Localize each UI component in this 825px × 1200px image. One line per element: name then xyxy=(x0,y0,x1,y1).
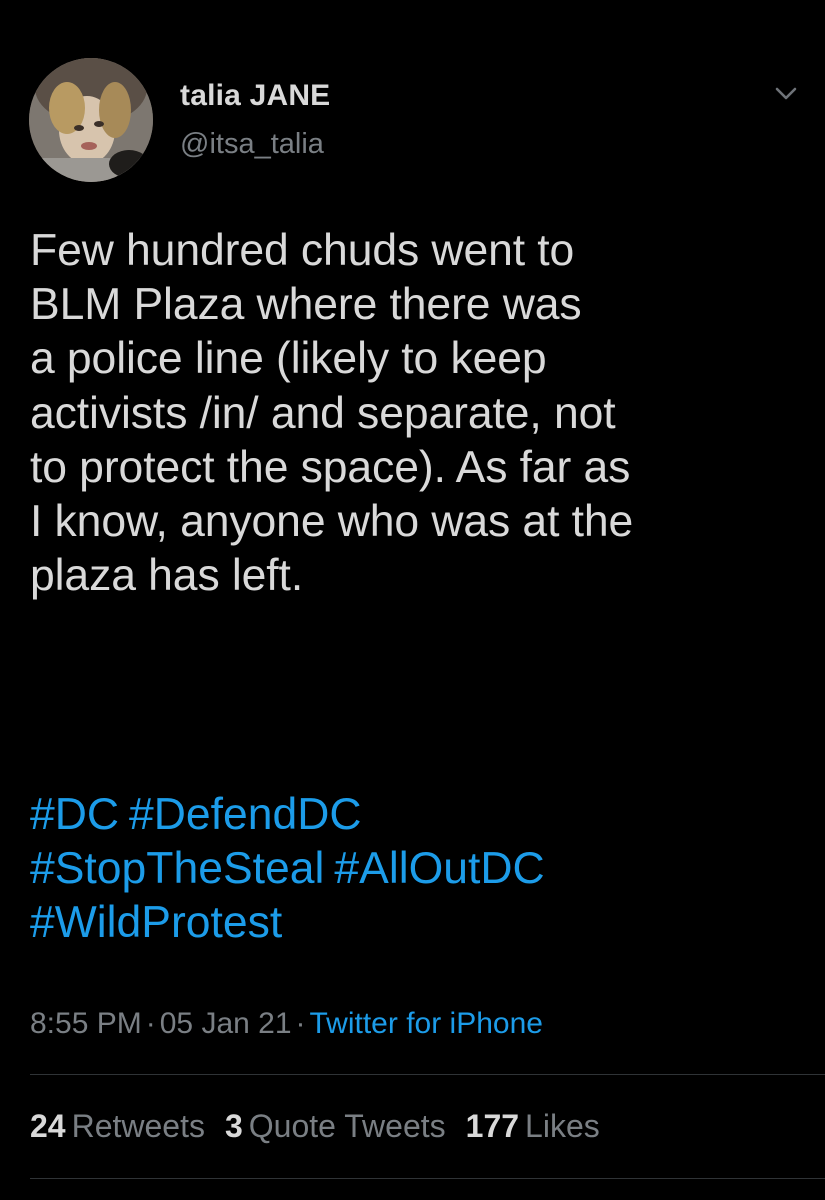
hashtag-link[interactable]: #StopTheSteal xyxy=(30,844,324,893)
retweets-label: Retweets xyxy=(71,1108,205,1144)
tweet-meta: 8:55 PM · 05 Jan 21 · Twitter for iPhone xyxy=(30,1004,543,1044)
likes-stat[interactable]: 177 Likes xyxy=(466,1108,600,1144)
quote-tweets-label: Quote Tweets xyxy=(248,1108,446,1144)
likes-label: Likes xyxy=(525,1108,600,1144)
author-display-name[interactable]: talia JANE xyxy=(180,78,330,114)
quote-tweets-stat[interactable]: 3 Quote Tweets xyxy=(225,1108,446,1144)
retweets-count: 24 xyxy=(30,1108,66,1144)
author-block[interactable]: talia JANE @itsa_talia xyxy=(180,78,330,161)
hashtag-line: #StopTheSteal #AllOutDC xyxy=(30,842,810,896)
tweet-date[interactable]: 05 Jan 21 xyxy=(160,1007,292,1040)
meta-separator: · xyxy=(145,1007,156,1040)
hashtag-link[interactable]: #AllOutDC xyxy=(334,844,544,893)
chevron-down-icon[interactable] xyxy=(769,80,803,108)
divider xyxy=(30,1178,825,1179)
author-handle[interactable]: @itsa_talia xyxy=(180,127,330,161)
tweet-detail: talia JANE @itsa_talia Few hundred chuds… xyxy=(0,0,825,1200)
hashtag-line: #WildProtest xyxy=(30,896,810,950)
meta-separator: · xyxy=(295,1007,306,1040)
hashtag-link[interactable]: #DC xyxy=(30,790,119,839)
tweet-time[interactable]: 8:55 PM xyxy=(30,1007,142,1040)
retweets-stat[interactable]: 24 Retweets xyxy=(30,1108,205,1144)
likes-count: 177 xyxy=(465,1108,520,1144)
hashtag-link[interactable]: #WildProtest xyxy=(30,898,282,947)
tweet-hashtags: #DC #DefendDC #StopTheSteal #AllOutDC #Wil… xyxy=(30,788,810,951)
avatar-image xyxy=(29,58,153,182)
hashtag-link[interactable]: #DefendDC xyxy=(129,790,362,839)
hashtag-line: #DC #DefendDC xyxy=(30,788,810,842)
quote-tweets-count: 3 xyxy=(224,1108,243,1144)
tweet-stats: 24 Retweets 3 Quote Tweets 177 Likes xyxy=(30,1104,620,1148)
divider xyxy=(30,1074,825,1075)
tweet-text: Few hundred chuds went to BLM Plaza wher… xyxy=(30,226,634,601)
avatar[interactable] xyxy=(29,58,153,182)
tweet-source-link[interactable]: Twitter for iPhone xyxy=(310,1007,543,1040)
